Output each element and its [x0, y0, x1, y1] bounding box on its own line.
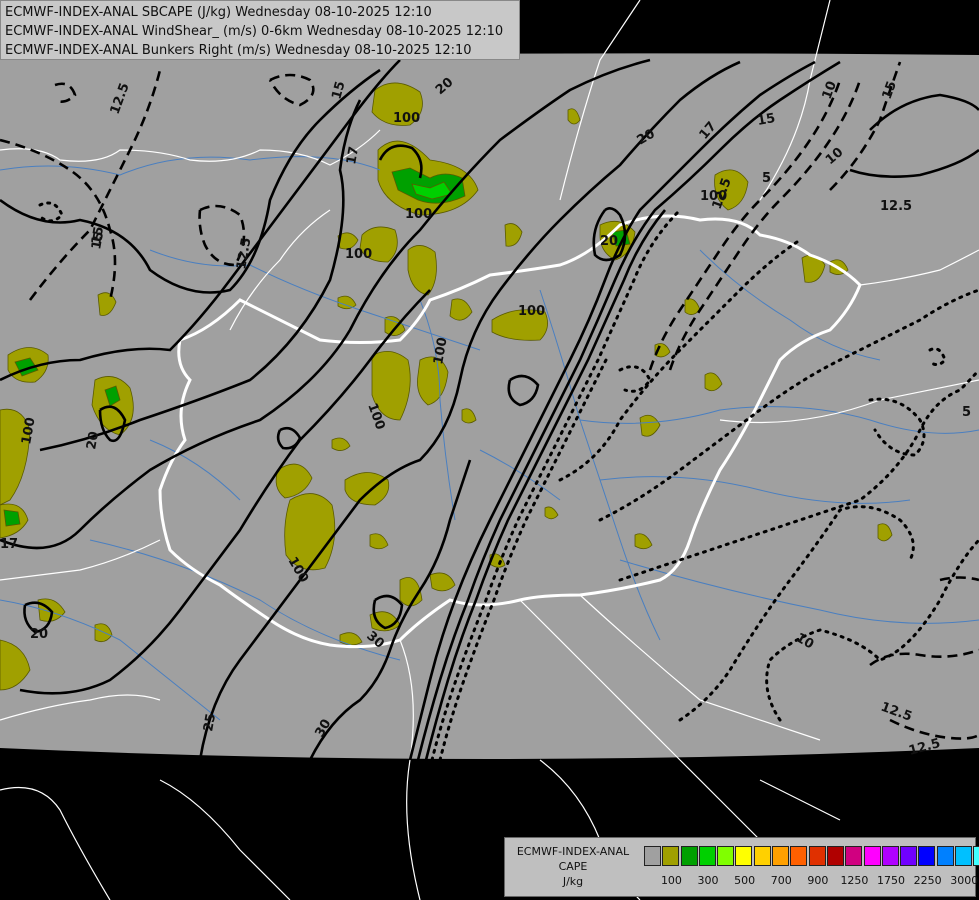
contour-label: 100	[700, 189, 727, 204]
contour-label: 20	[600, 234, 618, 249]
legend-swatch	[955, 846, 973, 866]
contour-label: 100	[345, 247, 372, 262]
contour-label: 20	[84, 430, 102, 450]
legend-tick: 100	[660, 874, 682, 887]
contour-label: 100	[393, 111, 420, 126]
legend-tick: 700	[770, 874, 792, 887]
legend-swatch	[900, 846, 918, 866]
contour-label: 17	[344, 145, 362, 165]
legend-swatch	[826, 846, 844, 866]
legend-tick: 3000	[950, 874, 979, 887]
legend-swatch	[753, 846, 771, 866]
legend-swatch	[973, 846, 979, 866]
legend-swatch	[845, 846, 863, 866]
legend-tick: 500	[734, 874, 756, 887]
legend-tick: 2250	[913, 874, 942, 887]
contour-label: 15	[756, 111, 776, 129]
title-sbcape: ECMWF-INDEX-ANAL SBCAPE (J/kg) Wednesday…	[5, 5, 432, 20]
title-box: ECMWF-INDEX-ANAL SBCAPE (J/kg) Wednesday…	[0, 0, 520, 60]
contour-label: 20	[30, 627, 48, 642]
legend-swatch	[680, 846, 698, 866]
contour-label: 25	[201, 712, 219, 732]
legend-swatch	[936, 846, 954, 866]
legend-swatch	[881, 846, 899, 866]
contour-label: 100	[405, 207, 432, 222]
legend-swatch	[644, 846, 661, 866]
contour-label: 100	[518, 304, 545, 319]
legend-tick: 900	[807, 874, 829, 887]
title-windshear: ECMWF-INDEX-ANAL WindShear_ (m/s) 0-6km …	[5, 24, 504, 39]
legend-variable: CAPE	[558, 860, 588, 873]
legend-swatch	[735, 846, 753, 866]
legend-tick: 1750	[877, 874, 906, 887]
contour-label: 5	[762, 171, 771, 186]
contour-label: 5	[962, 405, 971, 420]
legend-swatch	[808, 846, 826, 866]
legend-swatch	[790, 846, 808, 866]
cape-legend: ECMWF-INDEX-ANAL CAPE J/kg 100 300 500 700 9…	[504, 837, 979, 897]
legend-swatches	[644, 846, 979, 866]
legend-tick: 300	[697, 874, 719, 887]
legend-swatch	[698, 846, 716, 866]
legend-unit: J/kg	[562, 875, 584, 888]
title-bunkers: ECMWF-INDEX-ANAL Bunkers Right (m/s) Wed…	[5, 43, 472, 58]
legend-tick: 1250	[840, 874, 869, 887]
legend-ticks: 10030050070090012501750225030005000	[644, 874, 978, 888]
contour-label: 17	[0, 537, 18, 552]
legend-swatch	[918, 846, 936, 866]
legend-model: ECMWF-INDEX-ANAL	[516, 845, 630, 858]
legend-swatch	[863, 846, 881, 866]
legend-swatch	[662, 846, 680, 866]
legend-swatch	[717, 846, 735, 866]
legend-swatch	[772, 846, 790, 866]
contour-label: 12.5	[880, 199, 912, 214]
legend-label: ECMWF-INDEX-ANAL CAPE J/kg	[505, 844, 641, 889]
weather-map: 12.5 15 17 20 100 15 12.5 10 15 20 17 15…	[0, 0, 979, 900]
contour-label: 15	[89, 225, 107, 245]
